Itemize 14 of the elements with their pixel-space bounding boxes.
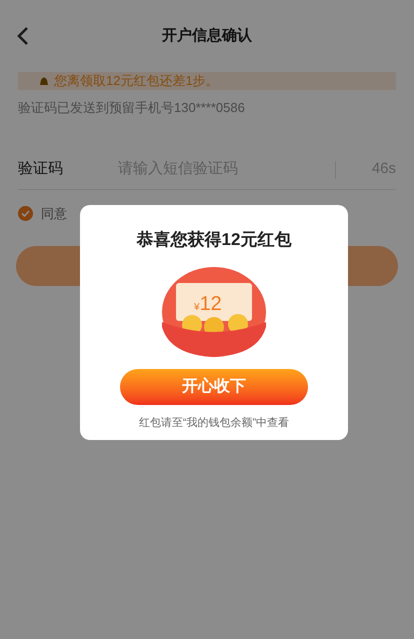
- banner-text: 您离领取12元红包还差1步。: [54, 72, 219, 90]
- page-title: 开户信息确认: [162, 27, 252, 44]
- sent-note: 验证码已发送到预留手机号130****0586: [18, 100, 245, 115]
- dialog-title: 恭喜您获得12元红包: [136, 229, 292, 251]
- check-icon: [21, 209, 30, 218]
- agree-checkbox[interactable]: [18, 206, 33, 222]
- envelope-amount: 12: [200, 292, 222, 316]
- field-label: 验证码: [18, 159, 64, 180]
- agreement-text: 同意: [41, 205, 67, 223]
- dialog-note: 红包请至“我的钱包余额”中查看: [138, 416, 290, 430]
- back-icon[interactable]: [16, 26, 30, 46]
- bell-icon: [38, 75, 50, 87]
- currency-sign: ¥: [194, 300, 200, 314]
- accept-button[interactable]: 开心收下: [120, 368, 308, 404]
